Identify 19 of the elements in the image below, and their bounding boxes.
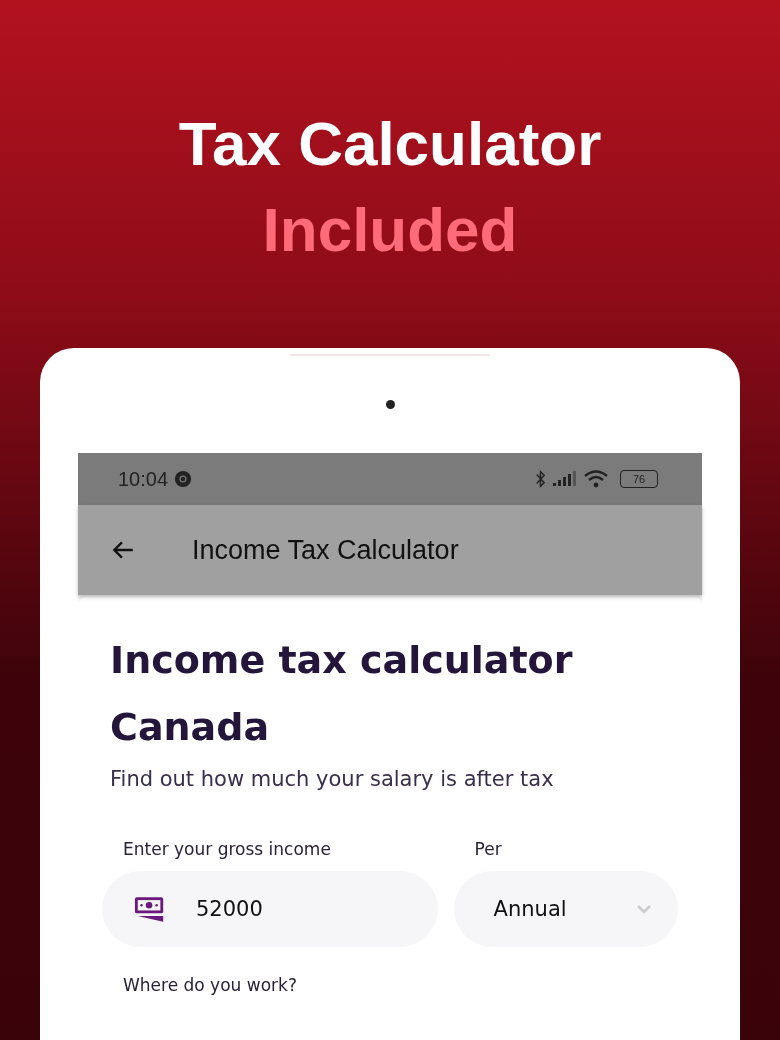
page-subheading: Find out how much your salary is after tax <box>110 767 555 791</box>
page-heading: Income tax calculator Canada <box>110 637 574 751</box>
field-label: Per <box>473 839 503 859</box>
battery-icon: 76 <box>620 470 658 488</box>
period-dropdown[interactable]: Annual <box>453 871 678 947</box>
promo-title: Tax Calculator <box>178 108 602 180</box>
app-bar-title: Income Tax Calculator <box>192 534 459 566</box>
signal-icon <box>552 471 578 487</box>
promo-subtitle: Included <box>262 194 518 266</box>
banknote-icon <box>134 895 166 923</box>
camera-icon <box>385 400 395 409</box>
browser-icon <box>174 470 193 488</box>
field-label: Enter your gross income <box>122 839 332 859</box>
bluetooth-icon <box>535 469 546 489</box>
income-field[interactable]: 52000 <box>102 871 438 947</box>
status-time: 10:04 <box>118 467 169 491</box>
field-label: Where do you work? <box>122 975 298 995</box>
chevron-down-icon <box>636 904 652 914</box>
wifi-icon <box>584 470 608 488</box>
